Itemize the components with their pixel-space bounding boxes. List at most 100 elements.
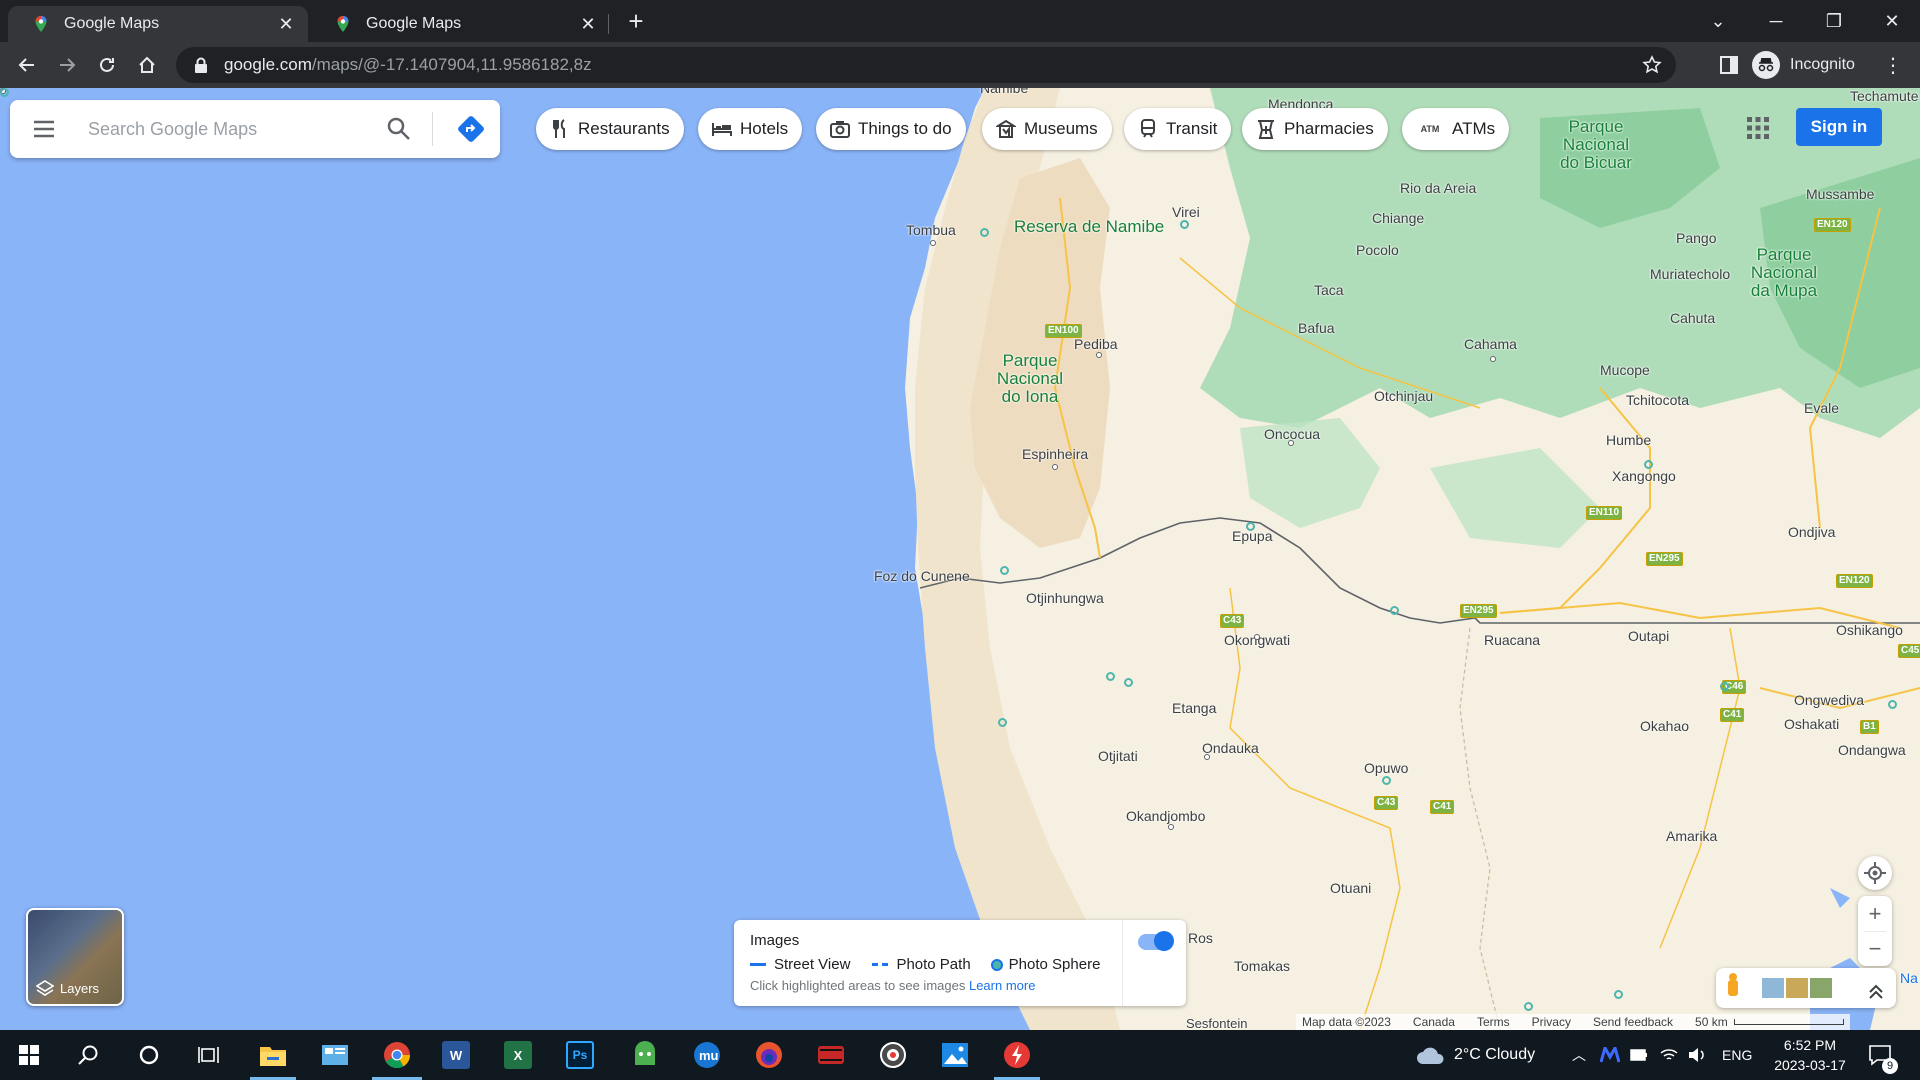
place-label[interactable]: Mussambe bbox=[1806, 186, 1874, 202]
photo-sphere-marker[interactable] bbox=[1180, 220, 1189, 229]
region-link[interactable]: Canada bbox=[1413, 1015, 1455, 1029]
forward-button[interactable] bbox=[52, 50, 82, 80]
images-toggle[interactable] bbox=[1138, 931, 1174, 951]
chip-museums[interactable]: Museums bbox=[982, 108, 1112, 150]
chip-restaurants[interactable]: Restaurants bbox=[536, 108, 684, 150]
place-label[interactable]: Ondauka bbox=[1202, 740, 1259, 756]
photo-sphere-marker[interactable] bbox=[980, 228, 989, 237]
place-label[interactable]: Otchinjau bbox=[1374, 388, 1433, 404]
place-label[interactable]: Pediba bbox=[1074, 336, 1118, 352]
place-label[interactable]: Outapi bbox=[1628, 628, 1669, 644]
place-label[interactable]: Oshakati bbox=[1784, 716, 1839, 732]
place-label[interactable]: Taca bbox=[1314, 282, 1344, 298]
media-app-icon[interactable] bbox=[814, 1038, 848, 1072]
close-tab-icon[interactable]: ✕ bbox=[578, 14, 598, 35]
photo-sphere-marker[interactable] bbox=[1000, 566, 1009, 575]
minimize-button[interactable]: ─ bbox=[1748, 0, 1804, 42]
place-label[interactable]: Sesfontein bbox=[1186, 1016, 1247, 1030]
place-label[interactable]: Cahama bbox=[1464, 336, 1517, 352]
place-label[interactable]: Etanga bbox=[1172, 700, 1216, 716]
place-marker[interactable] bbox=[1168, 824, 1174, 830]
close-tab-icon[interactable]: ✕ bbox=[276, 14, 296, 35]
place-label[interactable]: Oshikango bbox=[1836, 622, 1903, 638]
place-label[interactable]: Pocolo bbox=[1356, 242, 1399, 258]
google-apps-icon[interactable] bbox=[1746, 116, 1770, 140]
new-tab-button[interactable]: + bbox=[622, 8, 650, 36]
photo-sphere-marker[interactable] bbox=[1106, 672, 1115, 681]
cortana-icon[interactable] bbox=[132, 1038, 166, 1072]
chip-things-to-do[interactable]: Things to do bbox=[816, 108, 966, 150]
tray-app-icon[interactable] bbox=[1600, 1030, 1620, 1080]
learn-more-link[interactable]: Learn more bbox=[969, 978, 1035, 993]
obs-icon[interactable] bbox=[876, 1038, 910, 1072]
photo-sphere-marker[interactable] bbox=[998, 718, 1007, 727]
photo-sphere-marker[interactable] bbox=[1614, 990, 1623, 999]
restore-button[interactable]: ❐ bbox=[1806, 0, 1862, 42]
address-bar[interactable]: google.com/maps/@-17.1407904,11.9586182,… bbox=[176, 47, 1676, 83]
back-button[interactable] bbox=[12, 50, 42, 80]
photo-sphere-marker[interactable] bbox=[1382, 776, 1391, 785]
place-label[interactable]: Xangongo bbox=[1612, 468, 1676, 484]
volume-icon[interactable] bbox=[1688, 1030, 1706, 1080]
wifi-icon[interactable] bbox=[1660, 1030, 1678, 1080]
photo-sphere-marker[interactable] bbox=[1644, 460, 1653, 469]
photoshop-icon[interactable]: Ps bbox=[566, 1041, 594, 1069]
place-label[interactable]: Namibe bbox=[980, 88, 1028, 96]
place-label[interactable]: Mucope bbox=[1600, 362, 1650, 378]
place-label[interactable]: Tchitocota bbox=[1626, 392, 1689, 408]
chip-hotels[interactable]: Hotels bbox=[698, 108, 803, 150]
file-explorer-icon[interactable] bbox=[256, 1038, 290, 1072]
place-label[interactable]: Okahao bbox=[1640, 718, 1689, 734]
photos-icon[interactable] bbox=[938, 1038, 972, 1072]
place-label[interactable]: Ruacana bbox=[1484, 632, 1540, 648]
zoom-in-button[interactable]: + bbox=[1858, 896, 1892, 931]
place-label[interactable]: Espinheira bbox=[1022, 446, 1088, 462]
side-panel-button[interactable] bbox=[1714, 50, 1744, 80]
place-marker[interactable] bbox=[1096, 352, 1102, 358]
taskbar-clock[interactable]: 6:52 PM 2023-03-17 bbox=[1770, 1035, 1850, 1075]
home-button[interactable] bbox=[132, 50, 162, 80]
place-marker[interactable] bbox=[1204, 754, 1210, 760]
browser-tab-inactive[interactable]: Google Maps ✕ bbox=[310, 6, 610, 42]
place-label[interactable]: Ondangwa bbox=[1838, 742, 1906, 758]
photo-sphere-marker[interactable] bbox=[1888, 700, 1897, 709]
photo-sphere-marker[interactable] bbox=[1720, 682, 1729, 691]
word-icon[interactable]: W bbox=[442, 1041, 470, 1069]
zoom-out-button[interactable]: − bbox=[1858, 932, 1892, 966]
place-marker[interactable] bbox=[1254, 634, 1260, 640]
scale-label[interactable]: 50 km bbox=[1695, 1015, 1728, 1029]
place-label[interactable]: Techamute bbox=[1850, 88, 1918, 104]
search-input[interactable] bbox=[88, 114, 378, 144]
tray-chevron-icon[interactable]: ︿ bbox=[1572, 1030, 1586, 1080]
photo-sphere-marker[interactable] bbox=[1124, 678, 1133, 687]
place-label[interactable]: Muriatecholo bbox=[1650, 266, 1730, 282]
photo-sphere-marker[interactable] bbox=[1390, 606, 1399, 615]
flash-app-icon[interactable] bbox=[1000, 1038, 1034, 1072]
chip-transit[interactable]: Transit bbox=[1124, 108, 1232, 150]
chip-pharmacies[interactable]: Pharmacies bbox=[1242, 108, 1388, 150]
chip-atms[interactable]: ATM ATMs bbox=[1402, 108, 1510, 150]
my-location-button[interactable] bbox=[1858, 856, 1892, 890]
send-feedback-link[interactable]: Send feedback bbox=[1593, 1015, 1673, 1029]
privacy-link[interactable]: Privacy bbox=[1532, 1015, 1571, 1029]
place-label[interactable]: Ongwediva bbox=[1794, 692, 1864, 708]
place-label[interactable]: Okandjombo bbox=[1126, 808, 1205, 824]
place-label[interactable]: Otjinhungwa bbox=[1026, 590, 1104, 606]
directions-icon[interactable] bbox=[456, 114, 486, 144]
place-marker[interactable] bbox=[1052, 464, 1058, 470]
task-view-icon[interactable] bbox=[192, 1038, 226, 1072]
place-label[interactable]: Evale bbox=[1804, 400, 1839, 416]
map-canvas[interactable]: Reserva de Namibe Parque Nacional do Ion… bbox=[0, 88, 1920, 1030]
language-indicator[interactable]: ENG bbox=[1722, 1030, 1752, 1080]
mu-app-icon[interactable]: mu bbox=[690, 1038, 724, 1072]
chrome-icon[interactable] bbox=[380, 1038, 414, 1072]
windows-start-icon[interactable] bbox=[12, 1038, 46, 1072]
layers-button[interactable]: Layers bbox=[26, 908, 124, 1006]
vpn-app-icon[interactable] bbox=[628, 1038, 662, 1072]
place-label[interactable]: Foz do Cunene bbox=[874, 568, 970, 584]
excel-icon[interactable]: X bbox=[504, 1041, 532, 1069]
bookmark-star-icon[interactable] bbox=[1642, 55, 1662, 75]
place-label[interactable]: Cahuta bbox=[1670, 310, 1715, 326]
place-label[interactable]: Bafua bbox=[1298, 320, 1335, 336]
place-label[interactable]: Humbe bbox=[1606, 432, 1651, 448]
